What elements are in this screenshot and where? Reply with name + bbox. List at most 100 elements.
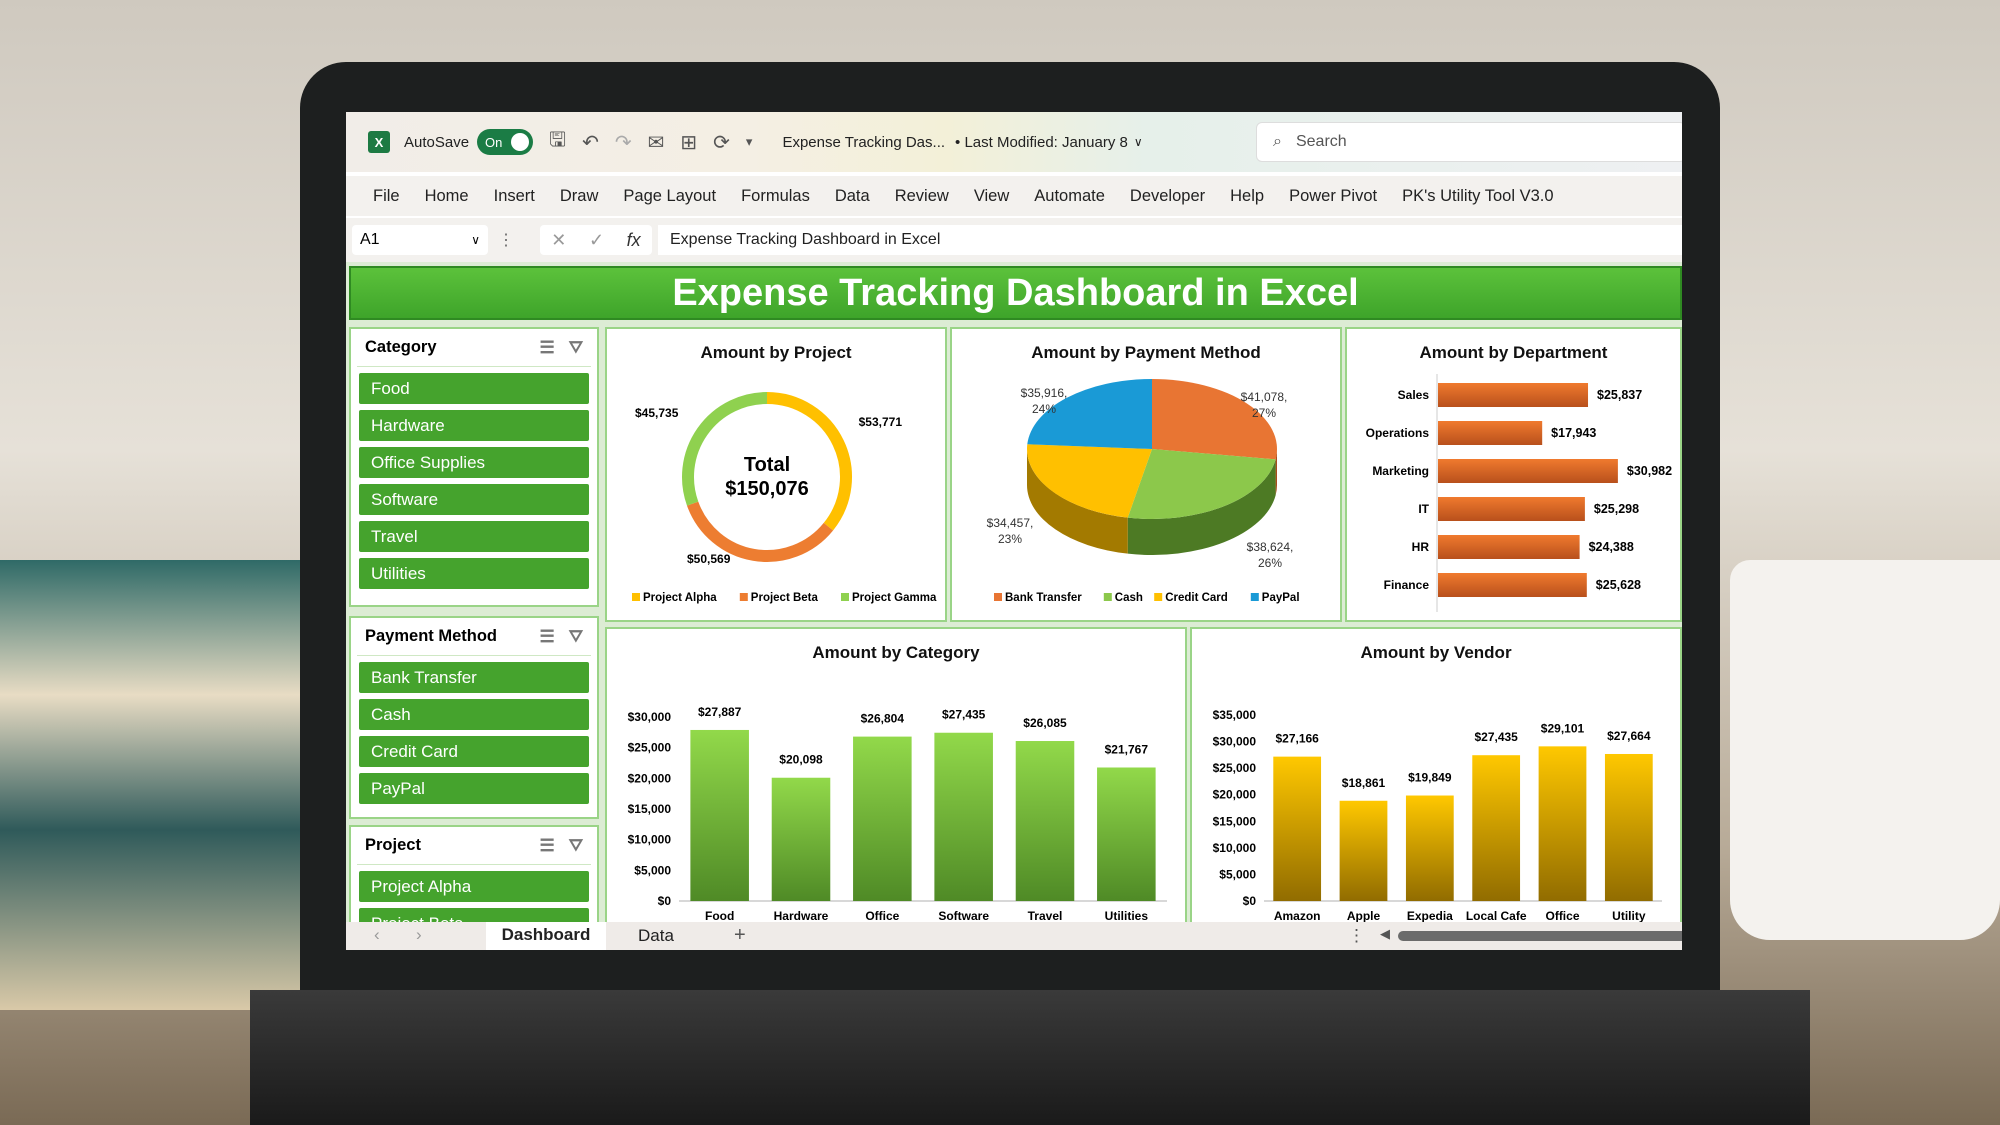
slicer-item[interactable]: Cash	[359, 699, 589, 730]
slicer-category: Category ☰ ⛛ Food Hardware Office Supplies Sof…	[349, 327, 599, 607]
slicer-item[interactable]: Credit Card	[359, 736, 589, 767]
scroll-left-icon[interactable]: ◀	[1380, 926, 1390, 942]
legend-swatch	[632, 593, 640, 601]
y-tick-label: $20,000	[628, 771, 672, 785]
tab-dashboard[interactable]: Dashboard	[486, 922, 606, 950]
bar	[853, 736, 912, 901]
y-tick-label: $0	[658, 894, 672, 908]
ribbon-tab[interactable]: Developer	[1130, 187, 1205, 206]
donut-center-label: Total	[744, 454, 790, 476]
chart-amount-by-department[interactable]: Amount by Department Sales $25,837 Operatio…	[1345, 327, 1682, 622]
data-label: $45,735	[635, 406, 679, 420]
multi-select-icon[interactable]: ☰	[539, 836, 554, 856]
ribbon-tab[interactable]: Data	[835, 187, 870, 206]
ribbon-tab[interactable]: Review	[895, 187, 949, 206]
legend-label: Bank Transfer	[1005, 592, 1082, 604]
ribbon-tab[interactable]: Automate	[1034, 187, 1105, 206]
legend-swatch	[1250, 593, 1259, 601]
next-sheet-icon[interactable]: ›	[416, 925, 422, 945]
prev-sheet-icon[interactable]: ‹	[374, 925, 380, 945]
slicer-item[interactable]: Hardware	[359, 410, 589, 441]
fx-icon[interactable]: fx	[627, 230, 641, 251]
legend-label: Project Alpha	[643, 592, 717, 604]
chart-title: Amount by Department	[1419, 343, 1608, 362]
title-bar: X AutoSave On 🖫 ↶ ↷ ✉ ⊞ ⟳ ▾ Expense Trac…	[346, 112, 1682, 172]
slicer-item[interactable]: Software	[359, 484, 589, 515]
ribbon-tab[interactable]: Page Layout	[623, 187, 716, 206]
mail-icon[interactable]: ✉	[648, 130, 665, 155]
data-label: $26,804	[861, 712, 905, 726]
data-label: $24,388	[1589, 540, 1634, 554]
more-icon[interactable]: ⋮	[1348, 926, 1365, 946]
bar	[1015, 741, 1075, 901]
search-input[interactable]: ⌕ Search	[1256, 122, 1682, 162]
formula-input[interactable]: Expense Tracking Dashboard in Excel	[658, 225, 1682, 255]
category-label: Utility	[1612, 909, 1646, 923]
slicer-item[interactable]: Office Supplies	[359, 447, 589, 478]
data-label-percent: 23%	[998, 532, 1022, 546]
ribbon-tab[interactable]: Help	[1230, 187, 1264, 206]
autosave-label: AutoSave	[404, 133, 470, 151]
undo-icon[interactable]: ↶	[582, 130, 599, 155]
slicer-title: Payment Method	[365, 627, 498, 645]
y-tick-label: $5,000	[1219, 867, 1256, 881]
horizontal-scrollbar[interactable]	[1398, 931, 1682, 941]
ribbon-tabs: File Home Insert Draw Page Layout Formulas Dat…	[346, 176, 1682, 216]
legend-label: Cash	[1115, 592, 1143, 604]
category-label: Travel	[1028, 909, 1063, 923]
refresh-icon[interactable]: ⟳	[713, 130, 730, 155]
cancel-icon[interactable]: ✕	[551, 230, 566, 251]
slicer-item[interactable]: Bank Transfer	[359, 662, 589, 693]
category-label: Finance	[1384, 578, 1430, 592]
legend-swatch	[1103, 593, 1112, 601]
slicer-item[interactable]: Food	[359, 373, 589, 404]
chart-amount-by-vendor[interactable]: Amount by Vendor $0 $5,000 $10,000 $15,000 $2…	[1190, 627, 1682, 937]
add-sheet-button[interactable]: +	[734, 924, 746, 947]
y-tick-label: $0	[1243, 894, 1257, 908]
multi-select-icon[interactable]: ☰	[539, 627, 554, 647]
multi-select-icon[interactable]: ☰	[539, 338, 554, 358]
chevron-down-icon[interactable]: ∨	[1134, 135, 1143, 149]
category-label: Marketing	[1372, 464, 1429, 478]
ribbon-tab[interactable]: PK's Utility Tool V3.0	[1402, 187, 1553, 206]
customize-icon[interactable]: ▾	[746, 134, 753, 150]
formula-bar: A1 ∨ ⋮ ✕ ✓ fx Expense Tracking Dashboard in…	[346, 218, 1682, 262]
autosave-toggle[interactable]: On	[477, 129, 534, 155]
slicer-item[interactable]: Utilities	[359, 558, 589, 589]
ribbon-tab[interactable]: Power Pivot	[1289, 187, 1377, 206]
clear-filter-icon[interactable]: ⛛	[569, 627, 583, 647]
slicer-title: Category	[365, 338, 437, 356]
chart-amount-by-project[interactable]: Amount by Project Total $150,076 $53,771 $50…	[605, 327, 947, 622]
bar	[1604, 753, 1653, 901]
legend-label: Credit Card	[1165, 592, 1228, 604]
slicer-item[interactable]: Travel	[359, 521, 589, 552]
category-label: IT	[1418, 502, 1429, 516]
tab-data[interactable]: Data	[626, 926, 686, 946]
ribbon-tab[interactable]: Home	[425, 187, 469, 206]
save-icon[interactable]: 🖫	[549, 125, 566, 159]
chart-amount-by-category[interactable]: Amount by Category $0 $5,000 $10,000 $15,000…	[605, 627, 1187, 937]
data-label-percent: 24%	[1032, 402, 1056, 416]
ribbon-tab[interactable]: View	[974, 187, 1009, 206]
ribbon-tab[interactable]: Insert	[494, 187, 535, 206]
chart-amount-by-payment[interactable]: Amount by Payment Method $41,078, 27% $38,6…	[950, 327, 1342, 622]
ribbon-tab[interactable]: File	[373, 187, 400, 206]
y-tick-label: $35,000	[1213, 708, 1257, 722]
slicer-item[interactable]: Project Alpha	[359, 871, 589, 902]
name-box[interactable]: A1 ∨	[352, 225, 488, 255]
check-icon[interactable]: ✓	[589, 230, 604, 251]
ribbon-tab[interactable]: Formulas	[741, 187, 810, 206]
redo-icon[interactable]: ↷	[615, 130, 632, 155]
last-modified[interactable]: • Last Modified: January 8	[955, 134, 1128, 151]
table-icon[interactable]: ⊞	[680, 130, 697, 155]
laptop-keyboard	[250, 990, 1810, 1125]
data-label: $20,098	[779, 753, 823, 767]
clear-filter-icon[interactable]: ⛛	[569, 338, 583, 358]
ribbon-tab[interactable]: Draw	[560, 187, 599, 206]
slicer-item[interactable]: PayPal	[359, 773, 589, 804]
dashboard-title: Expense Tracking Dashboard in Excel	[349, 266, 1682, 320]
chart-title: Amount by Project	[700, 343, 852, 362]
file-title[interactable]: Expense Tracking Das...	[782, 134, 945, 151]
legend-swatch	[739, 593, 748, 601]
clear-filter-icon[interactable]: ⛛	[569, 836, 583, 856]
